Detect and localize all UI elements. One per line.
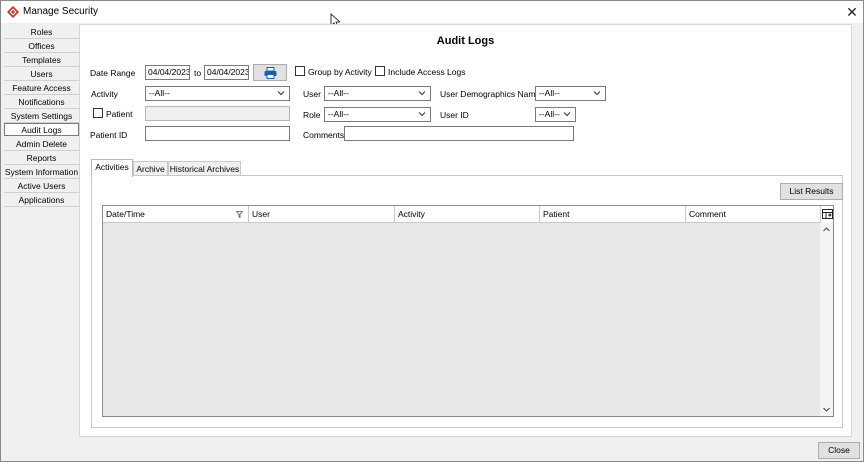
scroll-up-icon[interactable] [822, 225, 831, 234]
chevron-down-icon [277, 91, 285, 96]
patient-field[interactable] [145, 106, 290, 121]
printer-icon [264, 67, 277, 79]
sidebar-item-users[interactable]: Users [4, 68, 79, 81]
sidebar-item-notifications[interactable]: Notifications [4, 96, 79, 109]
include-access-logs-checkbox[interactable] [375, 66, 385, 76]
user-id-label: User ID [440, 110, 469, 120]
vertical-scrollbar[interactable] [820, 223, 833, 416]
patient-id-label: Patient ID [90, 130, 128, 140]
window-close-icon[interactable]: ✕ [843, 3, 861, 21]
column-chooser-icon[interactable] [820, 206, 833, 223]
page-title: Audit Logs [436, 35, 495, 47]
user-id-select-value: --All-- [539, 109, 560, 119]
sidebar-item-audit-logs[interactable]: Audit Logs [4, 123, 79, 136]
to-label: to [194, 68, 202, 78]
filter-icon[interactable] [236, 211, 243, 218]
date-to-field[interactable]: 04/04/2023 [204, 65, 249, 80]
role-label: Role [303, 110, 321, 120]
app-logo-icon [7, 6, 19, 18]
chevron-down-icon [418, 112, 426, 117]
manage-security-window: Manage Security ✕ Roles Offices Template… [0, 0, 864, 462]
sidebar-item-feature-access[interactable]: Feature Access [4, 82, 79, 95]
group-by-activity-label: Group by Activity [308, 67, 372, 77]
include-access-logs-label: Include Access Logs [388, 67, 466, 77]
comments-label: Comments [303, 130, 345, 140]
close-button[interactable]: Close [818, 442, 860, 459]
patient-checkbox[interactable] [93, 108, 103, 118]
date-from-field[interactable]: 04/04/2023 [145, 65, 190, 80]
date-range-label: Date Range [90, 68, 136, 78]
activity-select[interactable]: --All-- [145, 86, 290, 101]
sidebar-item-templates[interactable]: Templates [4, 54, 79, 67]
activity-select-value: --All-- [149, 88, 170, 98]
window-title: Manage Security [23, 6, 99, 17]
role-select[interactable]: --All-- [324, 107, 431, 122]
activity-label: Activity [91, 89, 118, 99]
print-button[interactable] [253, 64, 287, 81]
chevron-down-icon [593, 91, 601, 96]
user-select[interactable]: --All-- [324, 86, 431, 101]
title-bar: Manage Security ✕ [1, 1, 863, 23]
role-select-value: --All-- [328, 109, 349, 119]
tab-activities[interactable]: Activities [91, 159, 133, 177]
column-header-activity[interactable]: Activity [395, 206, 540, 223]
column-header-date-time[interactable]: Date/Time [103, 206, 249, 223]
sidebar-item-roles[interactable]: Roles [4, 26, 79, 39]
user-select-value: --All-- [328, 88, 349, 98]
activities-tab-content: List Results Date/Time User Activity Pat… [91, 175, 843, 428]
audit-logs-panel: Audit Logs Date Range 04/04/2023 to 04/0… [79, 24, 852, 437]
user-demographics-select[interactable]: --All-- [535, 86, 606, 101]
patient-label: Patient [106, 109, 133, 119]
sidebar-item-reports[interactable]: Reports [4, 152, 79, 165]
scroll-down-icon[interactable] [822, 405, 831, 414]
comments-field[interactable] [344, 126, 574, 141]
audit-log-grid[interactable]: Date/Time User Activity Patient Comment [102, 205, 834, 417]
sidebar-item-offices[interactable]: Offices [4, 40, 79, 53]
sidebar-item-system-settings[interactable]: System Settings [4, 110, 79, 123]
patient-id-field[interactable] [145, 126, 290, 141]
grid-header: Date/Time User Activity Patient Comment [103, 206, 830, 223]
user-id-select[interactable]: --All-- [535, 107, 576, 122]
column-header-patient[interactable]: Patient [540, 206, 686, 223]
group-by-activity-checkbox[interactable] [295, 66, 305, 76]
column-header-user[interactable]: User [249, 206, 395, 223]
chevron-down-icon [418, 91, 426, 96]
sidebar-item-system-information[interactable]: System Information [4, 166, 79, 179]
chevron-down-icon [563, 112, 571, 117]
column-header-comment[interactable]: Comment [686, 206, 830, 223]
sidebar-item-active-users[interactable]: Active Users [4, 180, 79, 193]
user-demographics-select-value: --All-- [539, 88, 560, 98]
sidebar-item-applications[interactable]: Applications [4, 194, 79, 207]
sidebar-item-admin-delete[interactable]: Admin Delete [4, 138, 79, 151]
user-demographics-label: User Demographics Name [440, 89, 541, 99]
list-results-button[interactable]: List Results [780, 183, 843, 200]
user-label: User [303, 89, 321, 99]
